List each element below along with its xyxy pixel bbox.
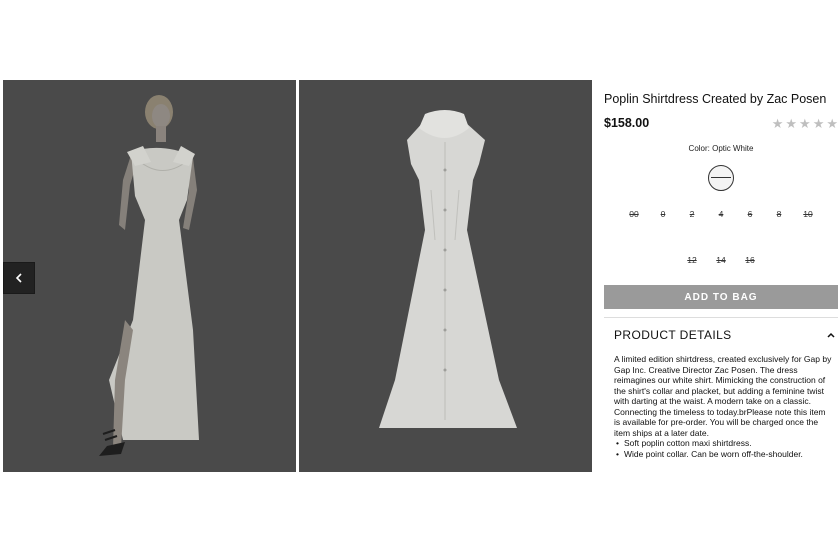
- size-option[interactable]: 14: [707, 255, 736, 265]
- star-icon: ★: [799, 115, 811, 131]
- rating-stars[interactable]: ★ ★ ★ ★ ★: [772, 117, 838, 130]
- model-photo: [3, 80, 296, 472]
- size-option[interactable]: 10: [794, 209, 823, 219]
- product-details-title: PRODUCT DETAILS: [614, 328, 732, 342]
- size-option[interactable]: 12: [678, 255, 707, 265]
- product-title: Poplin Shirtdress Created by Zac Posen: [604, 92, 827, 106]
- product-info-panel: Poplin Shirtdress Created by Zac Posen $…: [604, 80, 838, 459]
- star-icon: ★: [812, 115, 825, 131]
- product-details-header[interactable]: PRODUCT DETAILS: [604, 317, 838, 342]
- chevron-up-icon[interactable]: [826, 330, 836, 340]
- model-wearing-dress-image: [3, 80, 296, 472]
- star-icon: ★: [771, 115, 784, 131]
- star-icon: ★: [785, 115, 798, 131]
- chevron-left-icon: [15, 273, 22, 283]
- product-bullets: Soft poplin cotton maxi shirtdress. Wide…: [614, 438, 832, 459]
- star-icon: ★: [826, 115, 838, 131]
- size-option[interactable]: 2: [678, 209, 707, 219]
- bullet-item: Soft poplin cotton maxi shirtdress.: [614, 438, 832, 449]
- size-option[interactable]: 6: [736, 209, 765, 219]
- size-option[interactable]: 4: [707, 209, 736, 219]
- bullet-item: Wide point collar. Can be worn off-the-s…: [614, 449, 832, 460]
- color-label: Color: Optic White: [688, 144, 754, 153]
- product-description: A limited edition shirtdress, created ex…: [614, 354, 832, 438]
- product-gallery: [3, 80, 592, 472]
- dress-flat-image: [299, 80, 592, 472]
- add-to-bag-button[interactable]: ADD TO BAG: [604, 285, 838, 309]
- swatch-divider: [711, 177, 731, 178]
- color-swatch-optic-white[interactable]: [708, 165, 734, 191]
- size-option[interactable]: 0: [649, 209, 678, 219]
- size-selector: 00 0 2 4 6 8 10 12 14 16: [604, 209, 838, 265]
- previous-image-button[interactable]: [3, 262, 35, 294]
- product-price: $158.00: [604, 116, 650, 130]
- price-row: $158.00 ★ ★ ★ ★ ★: [604, 116, 838, 130]
- size-option[interactable]: 8: [765, 209, 794, 219]
- flat-product-photo: [299, 80, 592, 472]
- size-option[interactable]: 00: [620, 209, 649, 219]
- size-option[interactable]: 16: [736, 255, 765, 265]
